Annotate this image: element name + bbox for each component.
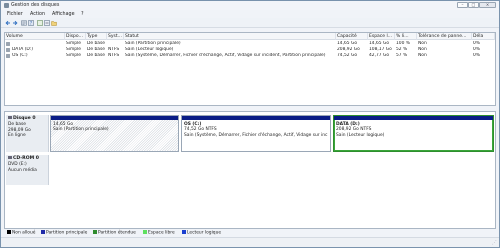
volume-icon bbox=[6, 42, 10, 46]
close-button[interactable]: × bbox=[479, 2, 496, 8]
menu-affichage[interactable]: Affichage bbox=[52, 12, 75, 17]
column-header[interactable]: Tolérance de panne... bbox=[417, 33, 472, 40]
column-header[interactable]: Dispo... bbox=[65, 33, 86, 40]
window-title: Gestion des disques bbox=[11, 2, 60, 8]
partition-os-c[interactable]: OS (C:) 74,52 Go NTFS Sain (Système, Dém… bbox=[181, 115, 331, 152]
legend-item: Lecteur logique bbox=[182, 230, 221, 236]
legend-label: Partition étendue bbox=[98, 230, 136, 236]
partition-data-d[interactable]: DATA (D:) 208,92 Go NTFS Sain (Lecteur l… bbox=[333, 115, 494, 152]
legend-swatch bbox=[182, 230, 186, 234]
legend-item: Espace libre bbox=[143, 230, 175, 236]
drive-media-status: Aucun média bbox=[8, 167, 37, 173]
table-cell: OS (C:) bbox=[12, 53, 28, 58]
partition-status: Sain (Partition principale) bbox=[53, 127, 109, 133]
hard-disk-icon bbox=[8, 116, 12, 119]
legend-swatch bbox=[93, 230, 97, 234]
settings-icon[interactable] bbox=[44, 20, 50, 26]
resize-grip-icon[interactable]: ⋰ bbox=[492, 240, 497, 246]
legend-swatch bbox=[7, 230, 11, 234]
back-arrow-icon[interactable] bbox=[5, 20, 11, 26]
partition-status: Sain (Système, Démarrer, Fichier d'échan… bbox=[184, 132, 328, 138]
volume-list-header: Volume Dispo... Type Syst... Statut Capa… bbox=[5, 33, 495, 40]
table-cell: 74,52 Go bbox=[337, 53, 358, 58]
forward-arrow-icon[interactable] bbox=[12, 20, 18, 26]
legend-label: Non alloué bbox=[12, 230, 36, 236]
disk-management-icon bbox=[4, 3, 9, 8]
legend-label: Espace libre bbox=[148, 230, 175, 236]
column-header[interactable]: Statut bbox=[124, 33, 336, 40]
column-header[interactable]: Capacité bbox=[336, 33, 368, 40]
legend-label: Partition principale bbox=[46, 230, 88, 236]
partition-body: DATA (D:) 208,92 Go NTFS Sain (Lecteur l… bbox=[334, 120, 493, 151]
legend-swatch bbox=[143, 230, 147, 234]
legend-item: Partition principale bbox=[41, 230, 87, 236]
column-header[interactable]: Espace l... bbox=[368, 33, 395, 40]
legend: Non alloué Partition principale Partitio… bbox=[4, 229, 496, 236]
help-icon[interactable]: ? bbox=[28, 20, 34, 26]
column-header[interactable]: Syst... bbox=[107, 33, 124, 40]
table-cell: Sain (Système, Démarrer, Fichier d'échan… bbox=[125, 53, 326, 58]
partition-body: 14,65 Go Sain (Partition principale) bbox=[51, 120, 178, 151]
toolbar: ? bbox=[1, 18, 499, 28]
table-cell: Non bbox=[418, 53, 427, 58]
legend-item: Partition étendue bbox=[93, 230, 136, 236]
title-bar: Gestion des disques – □ × bbox=[1, 1, 499, 10]
partition-status: Sain (Lecteur logique) bbox=[336, 132, 385, 138]
disk-0-label[interactable]: Disque 0 De base 298,09 Go En ligne bbox=[6, 115, 49, 152]
properties-icon[interactable] bbox=[21, 20, 27, 26]
folder-icon[interactable] bbox=[51, 20, 57, 26]
disk-title: CD-ROM 0 bbox=[13, 156, 39, 161]
volume-list[interactable]: Volume Dispo... Type Syst... Statut Capa… bbox=[4, 32, 496, 106]
maximize-button[interactable]: □ bbox=[468, 2, 479, 8]
column-header[interactable]: Déla bbox=[472, 33, 495, 40]
menu-action[interactable]: Action bbox=[30, 12, 45, 17]
cd-drive-icon bbox=[8, 156, 12, 159]
cdrom-0-label[interactable]: CD-ROM 0 DVD (E:) Aucun média bbox=[6, 155, 49, 185]
refresh-icon[interactable] bbox=[37, 20, 43, 26]
table-cell: De base bbox=[87, 53, 105, 58]
menu-help[interactable]: ? bbox=[81, 12, 84, 17]
table-cell: 57 % bbox=[396, 53, 408, 58]
table-cell: 0% bbox=[473, 53, 480, 58]
table-cell: NTFS bbox=[108, 53, 120, 58]
table-cell: 42,77 Go bbox=[369, 53, 390, 58]
legend-item: Non alloué bbox=[7, 230, 35, 236]
menu-bar: Fichier Action Affichage ? bbox=[1, 10, 499, 18]
legend-swatch bbox=[41, 230, 45, 234]
column-header[interactable]: Type bbox=[86, 33, 107, 40]
menu-fichier[interactable]: Fichier bbox=[7, 12, 23, 17]
table-cell: Simple bbox=[66, 53, 81, 58]
volume-icon bbox=[6, 48, 10, 52]
status-bar: ⋰ bbox=[1, 237, 499, 247]
column-header[interactable]: % li... bbox=[395, 33, 417, 40]
partition-body: OS (C:) 74,52 Go NTFS Sain (Système, Dém… bbox=[182, 120, 330, 151]
table-row[interactable]: OS (C:) Simple De base NTFS Sain (Systèm… bbox=[5, 53, 495, 59]
legend-label: Lecteur logique bbox=[187, 230, 222, 236]
disk-status: En ligne bbox=[8, 133, 26, 139]
disk-graphical-view: Disque 0 De base 298,09 Go En ligne 14,6… bbox=[4, 111, 496, 229]
minimize-button[interactable]: – bbox=[457, 2, 468, 8]
disk-management-window: Gestion des disques – □ × Fichier Action… bbox=[0, 0, 500, 248]
column-header[interactable]: Volume bbox=[5, 33, 65, 40]
disk-title: Disque 0 bbox=[13, 116, 36, 121]
partition-unlabeled[interactable]: 14,65 Go Sain (Partition principale) bbox=[50, 115, 179, 152]
volume-icon bbox=[6, 54, 10, 58]
